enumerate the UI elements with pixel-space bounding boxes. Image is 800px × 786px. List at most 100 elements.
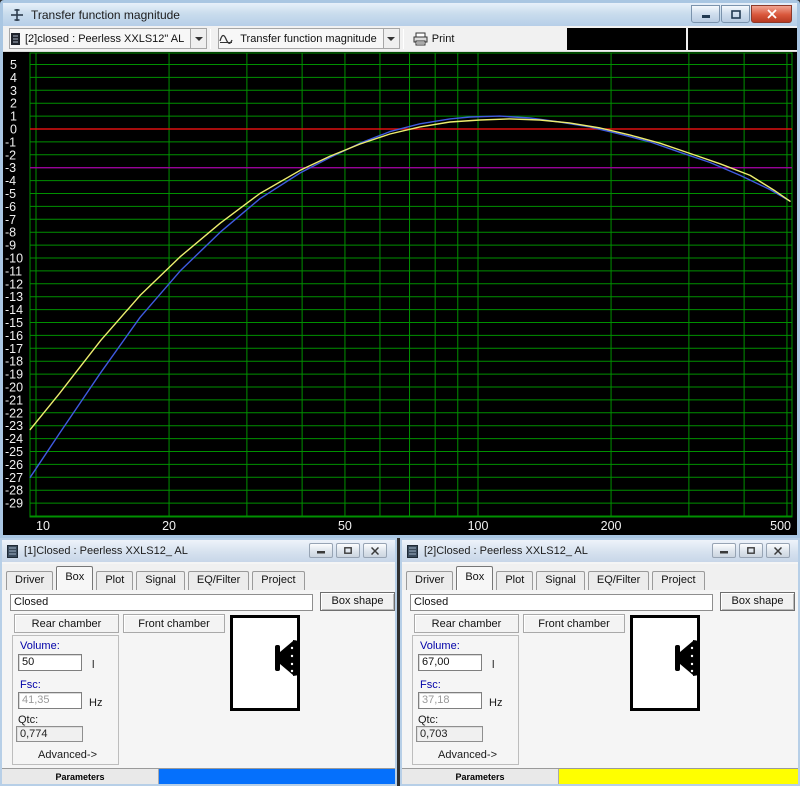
volume-unit: l	[92, 659, 94, 671]
svg-text:-29: -29	[5, 497, 23, 511]
transfer-function-plot[interactable]: 543210-1-2-3-4-5-6-7-8-9-10-11-12-13-14-…	[3, 52, 797, 535]
minimize-button[interactable]	[691, 5, 720, 23]
box-panel-2: [2]Closed : Peerless XXLS12_ AL Driver B…	[400, 538, 800, 786]
dropdown-arrow-icon	[195, 37, 203, 41]
svg-text:-19: -19	[5, 368, 23, 382]
svg-text:1: 1	[10, 110, 17, 124]
svg-text:-4: -4	[5, 174, 16, 188]
curve-color-swatch[interactable]	[559, 769, 798, 784]
volume-input[interactable]: 50	[18, 654, 82, 671]
close-icon	[767, 9, 777, 19]
maximize-icon	[731, 10, 741, 19]
window-title: Transfer function magnitude	[31, 8, 180, 22]
legend-box-2	[688, 28, 797, 50]
panel-title: [1]Closed : Peerless XXLS12_ AL	[24, 545, 188, 557]
front-chamber-button[interactable]: Front chamber	[523, 614, 625, 633]
panel-titlebar[interactable]: [2]Closed : Peerless XXLS12_ AL	[402, 540, 798, 562]
close-button[interactable]	[363, 543, 387, 558]
tab-project[interactable]: Project	[252, 571, 304, 590]
svg-text:-1: -1	[5, 135, 16, 149]
rear-chamber-button[interactable]: Rear chamber	[14, 614, 119, 633]
tab-plot[interactable]: Plot	[496, 571, 533, 590]
box-panel-1: [1]Closed : Peerless XXLS12_ AL Driver B…	[0, 538, 397, 786]
tab-plot[interactable]: Plot	[96, 571, 133, 590]
svg-text:-14: -14	[5, 303, 23, 317]
waveform-icon	[219, 33, 236, 45]
box-shape-button[interactable]: Box shape	[720, 592, 795, 611]
close-icon	[774, 547, 782, 555]
screen: Transfer function magnitude [2]cl	[0, 0, 800, 786]
panel-titlebar[interactable]: [1]Closed : Peerless XXLS12_ AL	[2, 540, 395, 562]
fsc-input[interactable]: 41,35	[18, 692, 82, 709]
svg-text:-6: -6	[5, 200, 16, 214]
svg-text:-22: -22	[5, 406, 23, 420]
svg-text:5: 5	[10, 58, 17, 72]
svg-text:-25: -25	[5, 445, 23, 459]
maximize-icon	[344, 547, 352, 554]
plot-type-combo[interactable]: Transfer function magnitude	[218, 28, 400, 49]
minimize-button[interactable]	[712, 543, 736, 558]
plot-type-value: Transfer function magnitude	[236, 33, 383, 45]
close-button[interactable]	[751, 5, 792, 23]
maximize-button[interactable]	[336, 543, 360, 558]
minimize-button[interactable]	[309, 543, 333, 558]
maximize-button[interactable]	[721, 5, 750, 23]
speaker-icon	[673, 636, 699, 680]
curve-select-dropdown-button[interactable]	[190, 29, 206, 48]
box-type-field[interactable]: Closed	[10, 594, 313, 611]
svg-text:10: 10	[36, 519, 50, 533]
svg-text:-24: -24	[5, 432, 23, 446]
tab-driver[interactable]: Driver	[6, 571, 53, 590]
curve-color-swatch[interactable]	[159, 769, 395, 784]
svg-text:-21: -21	[5, 393, 23, 407]
curve-list-icon	[10, 32, 21, 46]
transfer-function-window: Transfer function magnitude [2]cl	[0, 0, 800, 538]
tab-box[interactable]: Box	[456, 566, 493, 590]
maximize-button[interactable]	[739, 543, 763, 558]
tab-box[interactable]: Box	[56, 566, 93, 590]
tab-eq-filter[interactable]: EQ/Filter	[188, 571, 249, 590]
svg-text:-2: -2	[5, 148, 16, 162]
panel-tabs: Driver Box Plot Signal EQ/Filter Project	[402, 564, 798, 590]
parameters-header: Parameters	[402, 769, 559, 784]
tab-signal[interactable]: Signal	[536, 571, 585, 590]
svg-text:20: 20	[162, 519, 176, 533]
rear-chamber-button[interactable]: Rear chamber	[414, 614, 519, 633]
svg-text:2: 2	[10, 97, 17, 111]
box-type-field[interactable]: Closed	[410, 594, 713, 611]
svg-text:-20: -20	[5, 381, 23, 395]
print-button[interactable]: Print	[407, 30, 461, 48]
printer-icon	[413, 32, 428, 46]
box-shape-button[interactable]: Box shape	[320, 592, 395, 611]
svg-text:-7: -7	[5, 213, 16, 227]
plot-type-dropdown-button[interactable]	[383, 29, 399, 48]
maximize-icon	[747, 547, 755, 554]
fsc-label: Fsc:	[20, 679, 41, 691]
main-titlebar[interactable]: Transfer function magnitude	[3, 3, 797, 26]
tab-eq-filter[interactable]: EQ/Filter	[588, 571, 649, 590]
svg-text:-13: -13	[5, 290, 23, 304]
tab-project[interactable]: Project	[652, 571, 704, 590]
svg-text:0: 0	[10, 123, 17, 137]
tab-driver[interactable]: Driver	[406, 571, 453, 590]
tab-signal[interactable]: Signal	[136, 571, 185, 590]
fsc-input[interactable]: 37,18	[418, 692, 482, 709]
qtc-label: Qtc:	[18, 714, 38, 726]
panel-tabs: Driver Box Plot Signal EQ/Filter Project	[2, 564, 395, 590]
svg-text:100: 100	[468, 519, 489, 533]
svg-text:-16: -16	[5, 329, 23, 343]
volume-input[interactable]: 67,00	[418, 654, 482, 671]
curve-select-combo[interactable]: [2]closed : Peerless XXLS12" AL	[9, 28, 207, 49]
svg-text:-8: -8	[5, 226, 16, 240]
svg-text:-18: -18	[5, 355, 23, 369]
legend-box-1	[567, 28, 686, 50]
advanced-link[interactable]: Advanced->	[38, 749, 97, 761]
minimize-icon	[720, 547, 728, 554]
fsc-unit: Hz	[89, 697, 102, 709]
advanced-link[interactable]: Advanced->	[438, 749, 497, 761]
svg-text:-17: -17	[5, 342, 23, 356]
front-chamber-button[interactable]: Front chamber	[123, 614, 225, 633]
close-button[interactable]	[766, 543, 790, 558]
svg-text:-26: -26	[5, 458, 23, 472]
svg-text:-11: -11	[5, 264, 22, 278]
